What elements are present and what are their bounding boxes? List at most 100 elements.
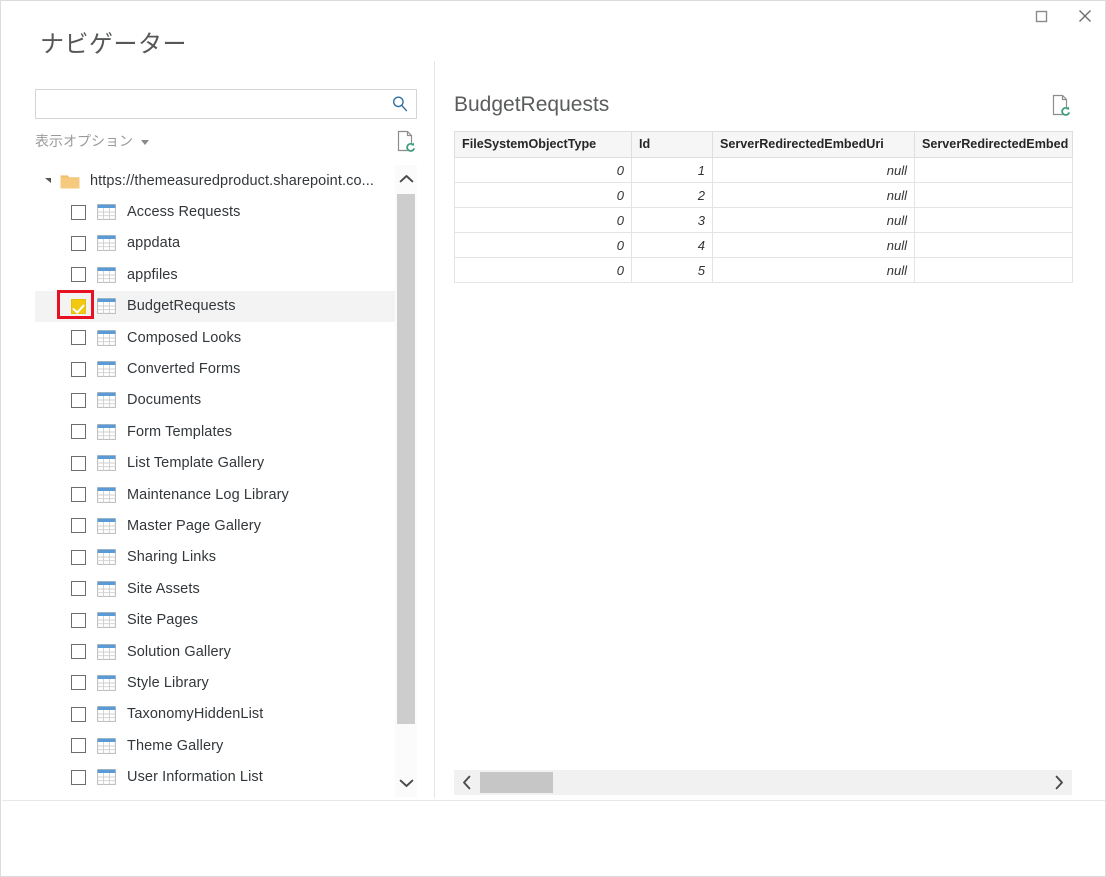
table-icon-wrap: [97, 737, 127, 754]
table-row: 0 1 null: [454, 157, 1073, 183]
tree-item-site-pages[interactable]: Site Pages: [35, 604, 395, 635]
chevron-down-icon: [399, 779, 413, 787]
table-column-header[interactable]: Id: [631, 131, 713, 158]
tree-item-documents[interactable]: Documents: [35, 385, 395, 416]
table-icon-wrap: [97, 423, 127, 440]
tree-vertical-scrollbar[interactable]: [395, 165, 417, 797]
tree-item-label: Converted Forms: [127, 361, 241, 378]
tree-item-access-requests[interactable]: Access Requests: [35, 196, 395, 227]
tree-item-taxonomyhiddenlist[interactable]: TaxonomyHiddenList: [35, 699, 395, 730]
tree-item-checkbox[interactable]: [71, 330, 86, 346]
tree-item-checkbox[interactable]: [71, 612, 86, 628]
search-input[interactable]: [42, 90, 386, 118]
table-icon: [97, 298, 116, 315]
tree-item-style-library[interactable]: Style Library: [35, 667, 395, 698]
table-column-header[interactable]: ServerRedirectedEmbed: [914, 131, 1073, 158]
scroll-track[interactable]: [480, 770, 1046, 795]
close-icon: [1079, 10, 1091, 22]
table-icon: [97, 486, 116, 503]
tree-item-checkbox[interactable]: [71, 361, 86, 377]
tree-item-appdata[interactable]: appdata: [35, 228, 395, 259]
tree-item-checkbox[interactable]: [71, 644, 86, 660]
refresh-document-icon[interactable]: [1050, 93, 1072, 117]
scroll-left-button[interactable]: [454, 770, 480, 795]
tree-item-label: Sharing Links: [127, 549, 217, 566]
tree-root-node[interactable]: https://themeasuredproduct.sharepoint.co…: [35, 165, 395, 196]
table-icon: [97, 266, 116, 283]
tree-item-checkbox[interactable]: [71, 518, 86, 534]
tree-item-solution-gallery[interactable]: Solution Gallery: [35, 636, 395, 667]
tree-item-composed-looks[interactable]: Composed Looks: [35, 322, 395, 353]
tree-item-checkbox[interactable]: [71, 235, 86, 251]
scroll-up-button[interactable]: [395, 165, 417, 193]
tree-item-theme-gallery[interactable]: Theme Gallery: [35, 730, 395, 761]
table-icon-wrap: [97, 204, 127, 220]
tree-item-checkbox[interactable]: [71, 738, 86, 754]
tree-item-converted-forms[interactable]: Converted Forms: [35, 353, 395, 384]
tree-item-checkbox[interactable]: [71, 298, 86, 314]
tree-item-label: Solution Gallery: [127, 643, 231, 660]
chevron-down-icon: [141, 140, 149, 145]
tree-item-checkbox[interactable]: [71, 549, 86, 565]
table-icon: [97, 675, 116, 691]
table-icon: [97, 518, 116, 534]
search-box[interactable]: [35, 89, 417, 119]
tree-item-checkbox[interactable]: [71, 487, 86, 503]
table-column-header[interactable]: FileSystemObjectType: [454, 131, 632, 158]
display-options-dropdown[interactable]: 表示オプション: [35, 131, 149, 151]
table-icon: [97, 392, 116, 409]
preview-horizontal-scrollbar[interactable]: [454, 770, 1072, 795]
table-cell: 0: [454, 232, 632, 258]
tree-item-checkbox[interactable]: [71, 706, 86, 722]
scroll-down-button[interactable]: [395, 769, 417, 797]
table-cell: [914, 207, 1073, 233]
scroll-thumb[interactable]: [480, 772, 553, 793]
tree-item-user-information-list[interactable]: User Information List: [35, 761, 395, 792]
tree-item-checkbox[interactable]: [71, 455, 86, 471]
tree-item-list: Access Requests appdata appfiles BudgetR…: [35, 196, 395, 792]
table-column-header[interactable]: ServerRedirectedEmbedUri: [712, 131, 915, 158]
tree-item-sharing-links[interactable]: Sharing Links: [35, 542, 395, 573]
tree-item-label: User Information List: [127, 769, 263, 786]
tree-item-budgetrequests[interactable]: BudgetRequests: [35, 290, 395, 322]
tree-item-master-page-gallery[interactable]: Master Page Gallery: [35, 510, 395, 541]
table-icon: [97, 643, 116, 660]
table-icon: [97, 706, 116, 723]
table-cell: null: [712, 207, 915, 233]
scroll-thumb[interactable]: [397, 194, 415, 724]
tree-item-label: Access Requests: [127, 204, 241, 221]
tree-item-label: Site Pages: [127, 612, 199, 629]
preview-pane: BudgetRequests FileSystemObjectType Id Ser…: [454, 89, 1073, 801]
table-icon: [97, 612, 116, 629]
tree-item-list-template-gallery[interactable]: List Template Gallery: [35, 448, 395, 479]
window-controls: [1019, 1, 1105, 31]
tree-item-label: List Template Gallery: [127, 455, 265, 472]
scroll-right-button[interactable]: [1046, 770, 1072, 795]
table-cell: 0: [454, 257, 632, 283]
chevron-right-icon: [1055, 775, 1063, 790]
tree-item-checkbox[interactable]: [71, 204, 86, 220]
search-icon[interactable]: [391, 95, 409, 113]
tree-item-label: Form Templates: [127, 423, 233, 440]
tree-item-checkbox[interactable]: [71, 769, 86, 785]
tree-item-site-assets[interactable]: Site Assets: [35, 573, 395, 604]
tree-item-maintenance-log-library[interactable]: Maintenance Log Library: [35, 479, 395, 510]
tree-item-checkbox[interactable]: [71, 675, 86, 691]
tree-item-checkbox[interactable]: [71, 392, 86, 408]
table-header-row: FileSystemObjectType Id ServerRedirectedEm…: [454, 131, 1073, 158]
table-icon-wrap: [97, 455, 127, 472]
source-tree: https://themeasuredproduct.sharepoint.co…: [35, 165, 417, 797]
pane-divider: [434, 61, 435, 798]
tree-item-appfiles[interactable]: appfiles: [35, 259, 395, 290]
tree-item-label: Theme Gallery: [127, 737, 224, 754]
table-icon-wrap: [97, 706, 127, 723]
tree-item-checkbox[interactable]: [71, 581, 86, 597]
tree-item-checkbox[interactable]: [71, 267, 86, 283]
expand-collapse-icon[interactable]: [45, 178, 51, 184]
tree-item-checkbox[interactable]: [71, 424, 86, 440]
tree-item-form-templates[interactable]: Form Templates: [35, 416, 395, 447]
maximize-button[interactable]: [1019, 1, 1063, 31]
folder-icon: [60, 175, 80, 189]
refresh-document-icon[interactable]: [395, 129, 417, 153]
close-button[interactable]: [1063, 1, 1105, 31]
